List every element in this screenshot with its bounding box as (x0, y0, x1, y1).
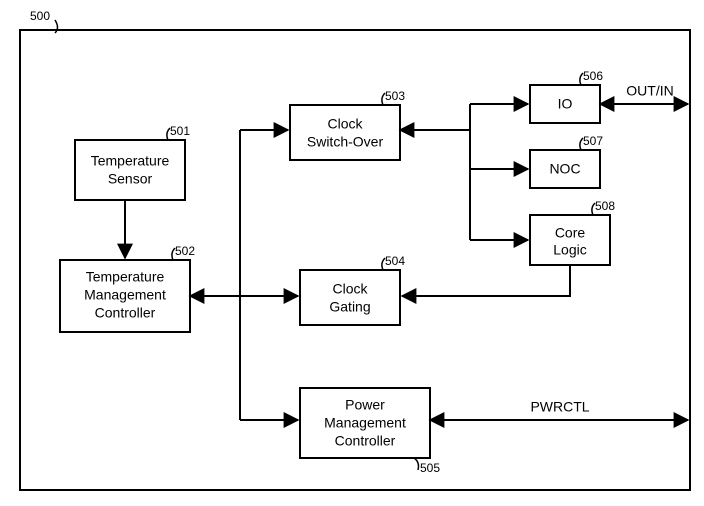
clock-gating-line1: Clock (332, 281, 368, 297)
temp-sensor-line1: Temperature (91, 153, 170, 169)
power-mgmt-ref: 505 (420, 461, 440, 475)
core-logic-line1: Core (555, 225, 586, 241)
clock-gating-block: Clock Gating 504 (300, 254, 405, 325)
temp-mgmt-ref: 502 (175, 244, 195, 258)
clock-gating-ref: 504 (385, 254, 405, 268)
noc-block: NOC 507 (530, 134, 603, 188)
block-diagram: 500 Temperature Sensor 501 Temperature M… (0, 0, 704, 506)
io-ref: 506 (583, 69, 603, 83)
arrow-core-to-gating (402, 265, 570, 296)
power-mgmt-line3: Controller (335, 433, 396, 449)
clock-gating-line2: Gating (329, 299, 370, 315)
core-logic-line2: Logic (553, 242, 586, 258)
core-logic-block: Core Logic 508 (530, 199, 615, 265)
power-mgmt-line2: Management (324, 415, 406, 431)
noc-ref: 507 (583, 134, 603, 148)
clock-switch-line1: Clock (327, 116, 363, 132)
out-in-label: OUT/IN (626, 83, 673, 99)
noc-line1: NOC (549, 161, 580, 177)
figure-ref-tick (55, 20, 58, 33)
io-line1: IO (558, 96, 573, 112)
figure-ref-label: 500 (30, 9, 50, 23)
io-block: IO 506 (530, 69, 603, 123)
clock-switch-block: Clock Switch-Over 503 (290, 89, 405, 160)
temp-mgmt-line2: Management (84, 287, 166, 303)
temp-mgmt-block: Temperature Management Controller 502 (60, 244, 195, 332)
temp-mgmt-line3: Controller (95, 305, 156, 321)
pwrctl-label: PWRCTL (530, 399, 589, 415)
core-logic-ref: 508 (595, 199, 615, 213)
temp-sensor-line2: Sensor (108, 171, 153, 187)
power-mgmt-line1: Power (345, 397, 385, 413)
temp-mgmt-line1: Temperature (86, 269, 165, 285)
power-mgmt-block: Power Management Controller 505 (300, 388, 440, 475)
clock-switch-line2: Switch-Over (307, 134, 384, 150)
clock-switch-ref: 503 (385, 89, 405, 103)
temp-sensor-ref: 501 (170, 124, 190, 138)
temp-sensor-block: Temperature Sensor 501 (75, 124, 190, 200)
